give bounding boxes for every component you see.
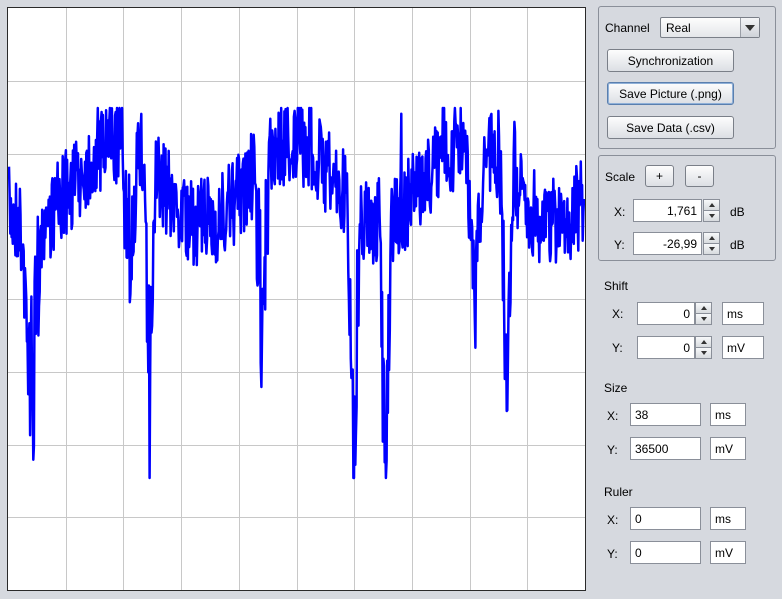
shift-x-input[interactable] bbox=[638, 306, 694, 321]
shift-x-label: X: bbox=[612, 307, 624, 321]
control-panel: Channel Real Synchronization Save Pictur… bbox=[592, 0, 782, 599]
spin-down-icon[interactable] bbox=[695, 348, 712, 359]
shift-y-input[interactable] bbox=[638, 340, 694, 355]
spin-up-icon[interactable] bbox=[695, 302, 712, 314]
ruler-y-label: Y: bbox=[607, 547, 618, 561]
size-x-field[interactable] bbox=[630, 403, 701, 426]
scale-y-label: Y: bbox=[614, 238, 625, 252]
channel-label: Channel bbox=[605, 21, 650, 35]
size-y-unit: mV bbox=[710, 437, 746, 460]
scale-x-unit: dB bbox=[730, 205, 745, 219]
ruler-y-field[interactable] bbox=[630, 541, 701, 564]
size-y-field[interactable] bbox=[630, 437, 701, 460]
spin-up-icon[interactable] bbox=[695, 336, 712, 348]
plot-svg bbox=[8, 8, 585, 590]
size-y-label: Y: bbox=[607, 443, 618, 457]
signal-trace bbox=[8, 106, 585, 480]
size-x-label: X: bbox=[607, 409, 619, 423]
save-data-button[interactable]: Save Data (.csv) bbox=[607, 116, 734, 139]
shift-x-unit: ms bbox=[722, 302, 764, 325]
shift-y-field[interactable] bbox=[637, 336, 695, 359]
ruler-y-input[interactable] bbox=[631, 545, 700, 560]
synchronization-button[interactable]: Synchronization bbox=[607, 49, 734, 72]
size-x-unit: ms bbox=[710, 403, 746, 426]
signal-plot[interactable] bbox=[7, 7, 586, 591]
scale-x-input[interactable] bbox=[634, 203, 701, 218]
channel-select[interactable]: Real bbox=[660, 17, 760, 38]
scale-y-input[interactable] bbox=[634, 236, 701, 251]
scale-plus-button[interactable]: + bbox=[645, 165, 674, 187]
size-label: Size bbox=[604, 381, 628, 395]
scale-x-stepper[interactable] bbox=[703, 199, 720, 222]
scale-y-stepper[interactable] bbox=[703, 232, 720, 255]
spin-up-icon[interactable] bbox=[703, 232, 720, 244]
scale-x-field[interactable] bbox=[633, 199, 702, 222]
chevron-down-icon[interactable] bbox=[740, 18, 759, 37]
scale-y-field[interactable] bbox=[633, 232, 702, 255]
spin-down-icon[interactable] bbox=[703, 244, 720, 255]
spin-down-icon[interactable] bbox=[695, 314, 712, 325]
ruler-x-input[interactable] bbox=[631, 511, 700, 526]
size-x-input[interactable] bbox=[631, 407, 700, 422]
ruler-label: Ruler bbox=[604, 485, 633, 499]
shift-label: Shift bbox=[604, 279, 629, 293]
scale-minus-button[interactable]: - bbox=[685, 165, 714, 187]
spin-up-icon[interactable] bbox=[703, 199, 720, 211]
ruler-x-label: X: bbox=[607, 513, 619, 527]
size-y-input[interactable] bbox=[631, 441, 700, 456]
scale-x-label: X: bbox=[614, 205, 626, 219]
save-picture-button[interactable]: Save Picture (.png) bbox=[607, 82, 734, 105]
shift-x-stepper[interactable] bbox=[695, 302, 712, 325]
shift-y-stepper[interactable] bbox=[695, 336, 712, 359]
shift-x-field[interactable] bbox=[637, 302, 695, 325]
spin-down-icon[interactable] bbox=[703, 211, 720, 222]
ruler-x-unit: ms bbox=[710, 507, 746, 530]
ruler-x-field[interactable] bbox=[630, 507, 701, 530]
shift-y-label: Y: bbox=[612, 341, 623, 355]
shift-y-unit: mV bbox=[722, 336, 764, 359]
scale-y-unit: dB bbox=[730, 238, 745, 252]
ruler-y-unit: mV bbox=[710, 541, 746, 564]
plot-frame bbox=[0, 0, 592, 599]
channel-select-value: Real bbox=[666, 20, 691, 35]
scale-label: Scale bbox=[605, 170, 636, 184]
